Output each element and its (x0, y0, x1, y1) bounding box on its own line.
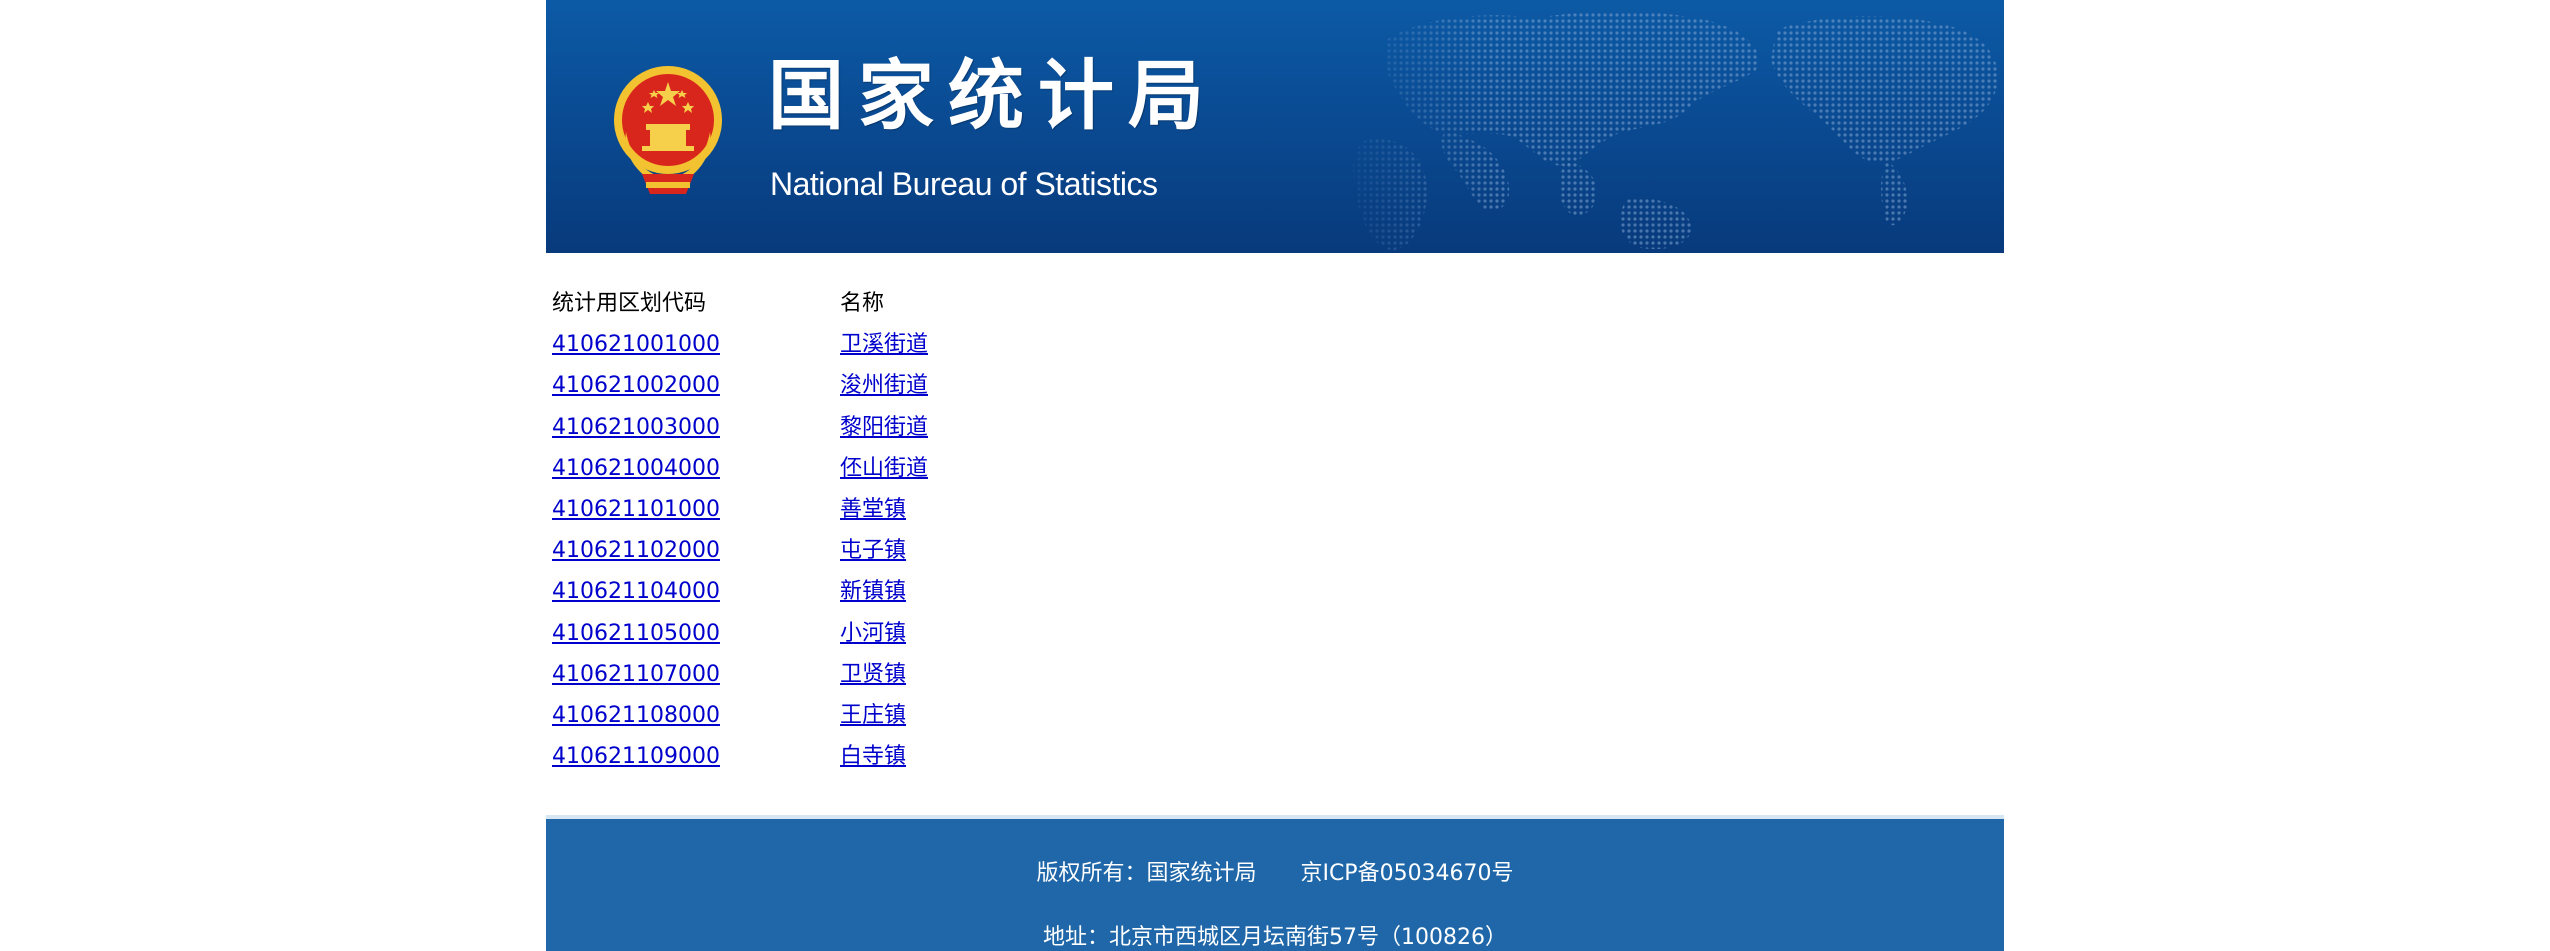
name-link[interactable]: 屯子镇 (840, 530, 906, 571)
table-row: 410621101000 善堂镇 (552, 489, 1252, 530)
code-link[interactable]: 410621107000 (552, 654, 720, 695)
name-link[interactable]: 善堂镇 (840, 489, 906, 530)
table-row: 410621001000 卫溪街道 (552, 324, 1252, 365)
code-link[interactable]: 410621104000 (552, 571, 720, 612)
code-link[interactable]: 410621101000 (552, 489, 720, 530)
name-link[interactable]: 王庄镇 (840, 695, 906, 736)
name-link[interactable]: 白寺镇 (840, 736, 906, 777)
name-link[interactable]: 浚州街道 (840, 365, 928, 406)
code-link[interactable]: 410621002000 (552, 365, 720, 406)
table-row: 410621105000 小河镇 (552, 613, 1252, 654)
header-banner: 国家统计局 National Bureau of Statistics (546, 0, 2004, 253)
table-row: 410621109000 白寺镇 (552, 736, 1252, 777)
division-code-table: 统计用区划代码 名称 410621001000 卫溪街道 41062100200… (552, 283, 1252, 777)
code-link[interactable]: 410621004000 (552, 448, 720, 489)
national-emblem-icon (614, 66, 722, 194)
name-link[interactable]: 新镇镇 (840, 571, 906, 612)
table-row: 410621003000 黎阳街道 (552, 407, 1252, 448)
world-map-icon (1353, 11, 1998, 251)
column-header-name: 名称 (840, 291, 885, 316)
name-link[interactable]: 卫溪街道 (840, 324, 928, 365)
page-footer: 版权所有：国家统计局 京ICP备05034670号 地址：北京市西城区月坛南街57… (546, 815, 2004, 951)
table-row: 410621002000 浚州街道 (552, 365, 1252, 406)
site-title-english: National Bureau of Statistics (770, 166, 1158, 202)
code-link[interactable]: 410621109000 (552, 736, 720, 777)
code-link[interactable]: 410621108000 (552, 695, 720, 736)
table-row: 410621108000 王庄镇 (552, 695, 1252, 736)
table-header-row: 统计用区划代码 名称 (552, 283, 1252, 324)
name-link[interactable]: 小河镇 (840, 613, 906, 654)
code-link[interactable]: 410621102000 (552, 530, 720, 571)
copyright-text: 版权所有：国家统计局 (1036, 861, 1257, 886)
page: 国家统计局 National Bureau of Statistics 统计用区… (546, 0, 2004, 951)
table-row: 410621102000 屯子镇 (552, 530, 1252, 571)
footer-copyright-line: 版权所有：国家统计局 京ICP备05034670号 (546, 855, 2004, 887)
code-link[interactable]: 410621105000 (552, 613, 720, 654)
table-row: 410621004000 伾山街道 (552, 448, 1252, 489)
name-link[interactable]: 伾山街道 (840, 448, 928, 489)
code-link[interactable]: 410621003000 (552, 407, 720, 448)
table-row: 410621104000 新镇镇 (552, 571, 1252, 612)
name-link[interactable]: 卫贤镇 (840, 654, 906, 695)
table-row: 410621107000 卫贤镇 (552, 654, 1252, 695)
name-link[interactable]: 黎阳街道 (840, 407, 928, 448)
site-title-chinese: 国家统计局 (768, 51, 1218, 140)
icp-license-text: 京ICP备05034670号 (1300, 861, 1514, 886)
code-link[interactable]: 410621001000 (552, 324, 720, 365)
footer-address: 地址：北京市西城区月坛南街57号（100826） (1043, 925, 1507, 950)
banner-divider (546, 253, 2004, 257)
column-header-code: 统计用区划代码 (552, 291, 707, 316)
